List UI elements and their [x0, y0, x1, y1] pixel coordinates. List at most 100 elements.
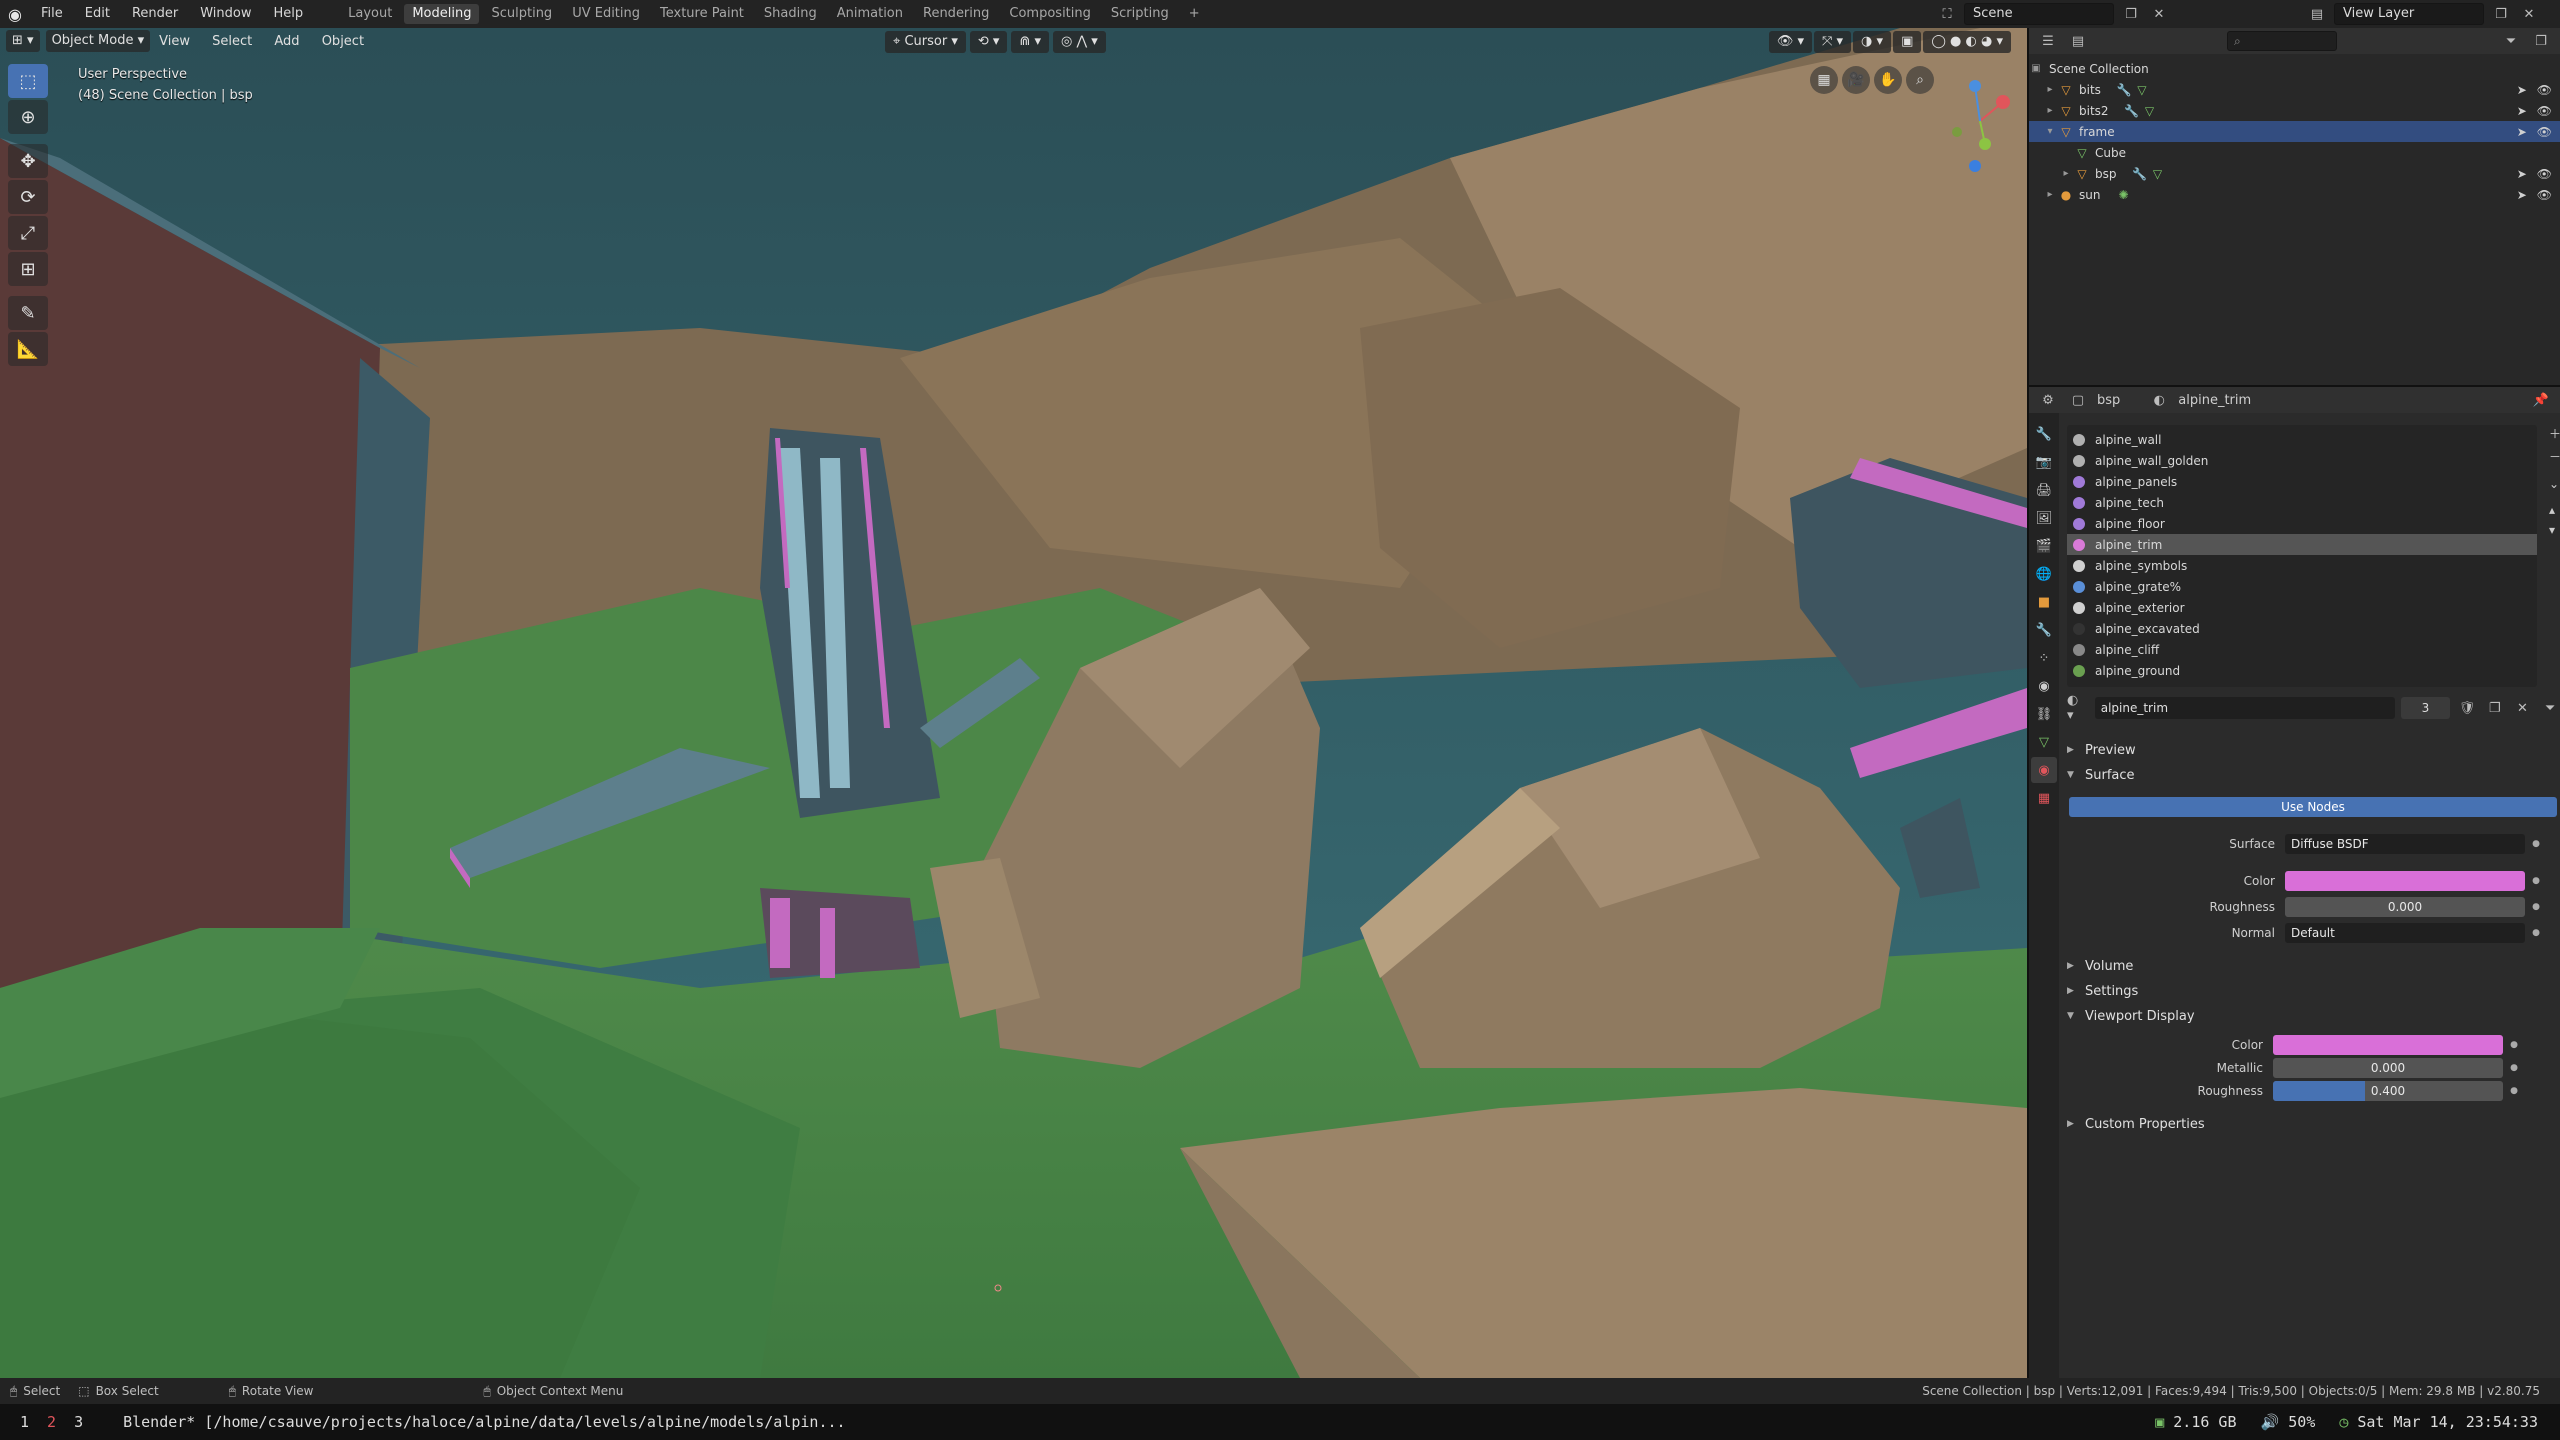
menu-render[interactable]: Render [121, 0, 189, 28]
camera-icon[interactable]: 🎥 [1842, 66, 1870, 94]
expand-arrow-icon[interactable]: ▸ [2059, 168, 2073, 179]
gizmo-icon[interactable]: ⤧ ▾ [1813, 31, 1852, 53]
particles-tab-icon[interactable]: ⁘ [2031, 645, 2057, 671]
material-tab-icon[interactable]: ◉ [2031, 757, 2057, 783]
measure-tool-icon[interactable]: 📐 [8, 332, 48, 366]
outliner-item-sun[interactable]: ▸ ● sun ✺ ➤ 👁 [2029, 184, 2560, 205]
material-slot-item[interactable]: alpine_tech [2067, 492, 2537, 513]
material-slot-item[interactable]: alpine_trim [2067, 534, 2537, 555]
mode-dropdown[interactable]: Object Mode ▾ [45, 30, 151, 52]
menu-add[interactable]: Add [265, 34, 308, 49]
material-slot-item[interactable]: alpine_panels [2067, 471, 2537, 492]
tab-sculpting[interactable]: Sculpting [483, 4, 560, 24]
outliner-root[interactable]: ▣ Scene Collection [2029, 58, 2560, 79]
annotate-tool-icon[interactable]: ✎ [8, 296, 48, 330]
3d-viewport[interactable]: ⊞ ▾ Object Mode ▾ View Select Add Object… [0, 28, 2027, 1378]
keyframe-dot-icon[interactable]: ● [2507, 1086, 2521, 1096]
material-slot-item[interactable]: alpine_floor [2067, 513, 2537, 534]
link-dot-icon[interactable]: ● [2529, 928, 2543, 938]
add-slot-icon[interactable]: ＋ [2549, 425, 2560, 442]
surface-shader-field[interactable]: Diffuse BSDF [2285, 834, 2525, 854]
workspace-1[interactable]: 1 [20, 1413, 29, 1431]
expand-arrow-icon[interactable]: ▸ [2043, 84, 2057, 95]
workspace-2[interactable]: 2 [47, 1413, 56, 1431]
panel-surface[interactable]: ▼ Surface [2067, 764, 2135, 786]
slot-menu-icon[interactable]: ⌄ [2549, 477, 2560, 491]
outliner-item-bits[interactable]: ▸ ▽ bits 🔧 ▽ ➤ 👁 [2029, 79, 2560, 100]
context-material[interactable]: alpine_trim [2178, 393, 2251, 408]
grid-icon[interactable]: ▦ [1810, 66, 1838, 94]
context-object[interactable]: bsp [2097, 393, 2120, 408]
rotate-tool-icon[interactable]: ⟳ [8, 180, 48, 214]
eye-icon[interactable]: 👁 [2537, 104, 2552, 118]
tab-shading[interactable]: Shading [756, 4, 825, 24]
keyframe-dot-icon[interactable]: ● [2507, 1063, 2521, 1073]
new-collection-icon[interactable]: ❐ [2530, 30, 2552, 52]
keyframe-dot-icon[interactable]: ● [2507, 1040, 2521, 1050]
surface-roughness-field[interactable]: 0.000 [2285, 897, 2525, 917]
material-name-field[interactable]: alpine_trim [2094, 697, 2395, 719]
navigation-gizmo[interactable] [1935, 66, 2025, 176]
outliner-item-bsp[interactable]: ▸ ▽ bsp 🔧 ▽ ➤ 👁 [2029, 163, 2560, 184]
constraints-tab-icon[interactable]: ⛓ [2031, 701, 2057, 727]
menu-view[interactable]: View [150, 34, 199, 49]
menu-file[interactable]: File [30, 0, 74, 28]
overlays-icon[interactable]: ◑ ▾ [1853, 31, 1892, 53]
xray-icon[interactable]: ▣ [1893, 31, 1922, 53]
menu-select[interactable]: Select [203, 34, 261, 49]
menu-help[interactable]: Help [263, 0, 315, 28]
transform-orientation-dropdown[interactable]: ⌖ Cursor ▾ [885, 31, 966, 53]
browse-material-icon[interactable]: ◐ ▾ [2067, 693, 2089, 723]
material-slot-item[interactable]: alpine_ground [2067, 660, 2537, 681]
panel-viewport-display[interactable]: ▼ Viewport Display [2067, 1005, 2195, 1027]
tab-rendering[interactable]: Rendering [915, 4, 997, 24]
pan-hand-icon[interactable]: ✋ [1874, 66, 1902, 94]
pin-icon[interactable]: 📌 [2530, 389, 2552, 411]
volume-indicator[interactable]: 🔊 50% [2261, 1413, 2316, 1431]
material-slot-item[interactable]: alpine_cliff [2067, 639, 2537, 660]
blender-logo-icon[interactable]: ◉ [0, 0, 30, 28]
tool-tab-icon[interactable]: 🔧 [2031, 421, 2057, 447]
surface-color-swatch[interactable] [2285, 871, 2525, 891]
add-workspace-button[interactable]: + [1181, 4, 1208, 24]
collapse-arrow-icon[interactable]: ▾ [2043, 126, 2057, 137]
editor-type-icon[interactable]: ☰ [2037, 30, 2059, 52]
metallic-slider[interactable]: 0.000 [2273, 1058, 2503, 1078]
material-slot-item[interactable]: alpine_grate% [2067, 576, 2537, 597]
link-dot-icon[interactable]: ● [2529, 902, 2543, 912]
transform-tool-icon[interactable]: ⊞ [8, 252, 48, 286]
surface-normal-field[interactable]: Default [2285, 923, 2525, 943]
expand-arrow-icon[interactable]: ▸ [2043, 189, 2057, 200]
world-tab-icon[interactable]: 🌐 [2031, 561, 2057, 587]
move-down-icon[interactable]: ▾ [2549, 523, 2560, 537]
user-count-button[interactable]: 3 [2400, 697, 2451, 719]
select-arrow-icon[interactable]: ➤ [2517, 167, 2527, 181]
tab-texture-paint[interactable]: Texture Paint [652, 4, 752, 24]
pivot-icon[interactable]: ⟲ ▾ [969, 31, 1008, 53]
view-layer-icon[interactable]: ▤ [2306, 3, 2328, 25]
outliner-item-bits2[interactable]: ▸ ▽ bits2 🔧 ▽ ➤ 👁 [2029, 100, 2560, 121]
filter-icon[interactable]: ⏷ [2539, 697, 2560, 719]
zoom-icon[interactable]: ⌕ [1906, 66, 1934, 94]
filter-icon[interactable]: ⏷ [2500, 30, 2522, 52]
menu-edit[interactable]: Edit [74, 0, 121, 28]
material-slot-item[interactable]: alpine_wall_golden [2067, 450, 2537, 471]
outliner-search-input[interactable]: ⌕ [2227, 31, 2337, 51]
tab-layout[interactable]: Layout [340, 4, 400, 24]
link-dot-icon[interactable]: ● [2529, 839, 2543, 849]
scale-tool-icon[interactable]: ⤢ [8, 216, 48, 250]
roughness-slider[interactable]: 0.400 [2273, 1081, 2503, 1101]
snap-icon[interactable]: ⋒ ▾ [1011, 31, 1049, 53]
use-nodes-button[interactable]: Use Nodes [2069, 797, 2557, 817]
eye-icon[interactable]: 👁 [2537, 125, 2552, 139]
display-mode-icon[interactable]: ▤ [2067, 30, 2089, 52]
panel-custom-properties[interactable]: ▶ Custom Properties [2067, 1113, 2205, 1135]
tab-animation[interactable]: Animation [829, 4, 911, 24]
tab-uv-editing[interactable]: UV Editing [564, 4, 648, 24]
unlink-icon[interactable]: ✕ [2512, 697, 2534, 719]
link-dot-icon[interactable]: ● [2529, 876, 2543, 886]
panel-volume[interactable]: ▶ Volume [2067, 955, 2133, 977]
expand-arrow-icon[interactable]: ▸ [2043, 105, 2057, 116]
material-slot-item[interactable]: alpine_excavated [2067, 618, 2537, 639]
viewport-color-swatch[interactable] [2273, 1035, 2503, 1055]
